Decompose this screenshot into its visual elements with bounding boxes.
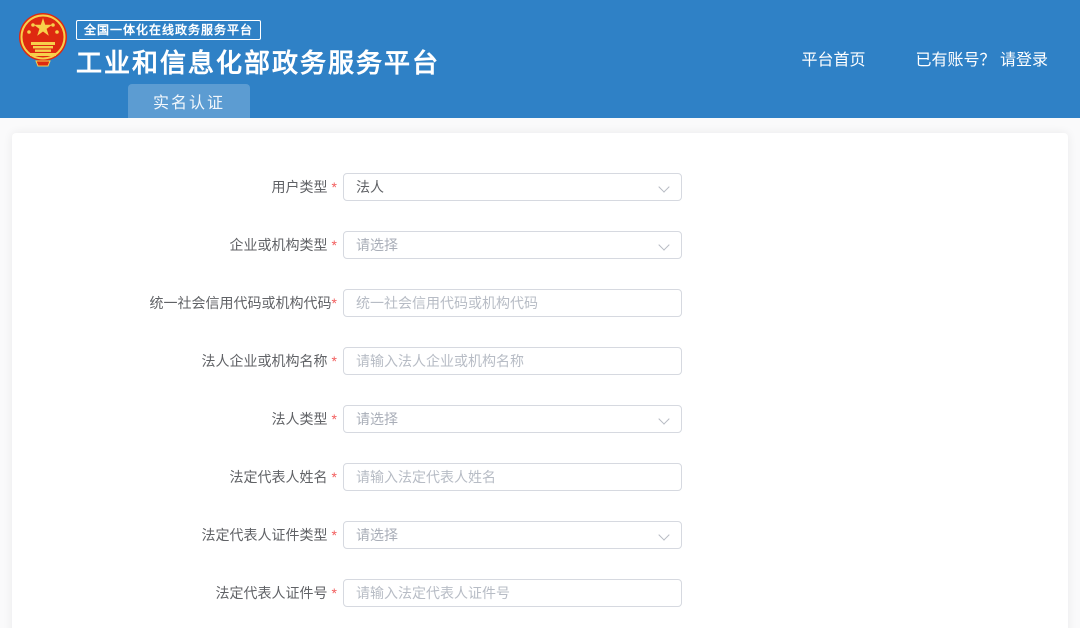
required-asterisk: * (332, 411, 337, 427)
field-label: 法定代表人证件号* (12, 583, 337, 603)
field-label: 企业或机构类型* (12, 235, 337, 255)
select-value: 请选择 (356, 409, 398, 429)
page-title: 工业和信息化部政务服务平台 (76, 43, 440, 80)
form-row: 法人企业或机构名称* (12, 347, 1068, 375)
form-row: 法定代表人证件类型* 请选择 (12, 521, 1068, 549)
brand-block: 全国一体化在线政务服务平台 工业和信息化部政务服务平台 (76, 20, 440, 80)
required-asterisk: * (332, 585, 337, 601)
field-label-text: 法人企业或机构名称 (202, 353, 328, 369)
select-rep-cert-type[interactable]: 请选择 (343, 521, 682, 549)
form-row: 用户类型* 法人 (12, 173, 1068, 201)
chevron-down-icon (658, 239, 669, 250)
required-asterisk: * (332, 353, 337, 369)
input-credit-code[interactable] (343, 289, 682, 317)
select-legal-person-type[interactable]: 请选择 (343, 405, 682, 433)
field-label-text: 法定代表人证件类型 (202, 527, 328, 543)
input-org-name[interactable] (343, 347, 682, 375)
national-emblem-logo[interactable] (18, 10, 68, 68)
required-asterisk: * (332, 469, 337, 485)
field-label-text: 企业或机构类型 (230, 237, 328, 253)
field-label: 法人类型* (12, 409, 337, 429)
header-nav: 平台首页 已有账号？ 请登录 (802, 46, 1048, 70)
input-rep-name[interactable] (343, 463, 682, 491)
required-asterisk: * (332, 179, 337, 195)
input-rep-cert-no[interactable] (343, 579, 682, 607)
field-label: 法定代表人证件类型* (12, 525, 337, 545)
real-name-auth-form: 用户类型* 法人 企业或机构类型* 请选择 统一社会信用代码或机构代码* 法人企… (12, 173, 1068, 607)
field-label: 法人企业或机构名称* (12, 351, 337, 371)
form-row: 统一社会信用代码或机构代码* (12, 289, 1068, 317)
field-label-text: 用户类型 (272, 179, 328, 195)
select-user-type[interactable]: 法人 (343, 173, 682, 201)
chevron-down-icon (658, 413, 669, 424)
select-value: 请选择 (356, 235, 398, 255)
required-asterisk: * (332, 527, 337, 543)
select-org-type[interactable]: 请选择 (343, 231, 682, 259)
header: 全国一体化在线政务服务平台 工业和信息化部政务服务平台 平台首页 已有账号？ 请… (0, 0, 1080, 118)
field-label: 统一社会信用代码或机构代码* (12, 293, 337, 313)
tab-real-name-auth[interactable]: 实名认证 (128, 84, 250, 118)
field-label-text: 法定代表人证件号 (216, 585, 328, 601)
chevron-down-icon (658, 529, 669, 540)
form-row: 法人类型* 请选择 (12, 405, 1068, 433)
field-label: 用户类型* (12, 177, 337, 197)
field-label-text: 法人类型 (272, 411, 328, 427)
required-asterisk: * (332, 237, 337, 253)
field-label: 法定代表人姓名* (12, 467, 337, 487)
select-value: 请选择 (356, 525, 398, 545)
nav-login-link[interactable]: 已有账号？ 请登录 (916, 46, 1048, 70)
field-label-text: 法定代表人姓名 (230, 469, 328, 485)
required-asterisk: * (332, 295, 337, 311)
select-value: 法人 (356, 177, 384, 197)
form-row: 法定代表人姓名* (12, 463, 1068, 491)
field-label-text: 统一社会信用代码或机构代码 (150, 295, 332, 311)
chevron-down-icon (658, 181, 669, 192)
nav-home-link[interactable]: 平台首页 (802, 46, 866, 70)
form-row: 法定代表人证件号* (12, 579, 1068, 607)
platform-badge: 全国一体化在线政务服务平台 (76, 20, 261, 40)
form-card: 用户类型* 法人 企业或机构类型* 请选择 统一社会信用代码或机构代码* 法人企… (12, 133, 1068, 628)
form-row: 企业或机构类型* 请选择 (12, 231, 1068, 259)
